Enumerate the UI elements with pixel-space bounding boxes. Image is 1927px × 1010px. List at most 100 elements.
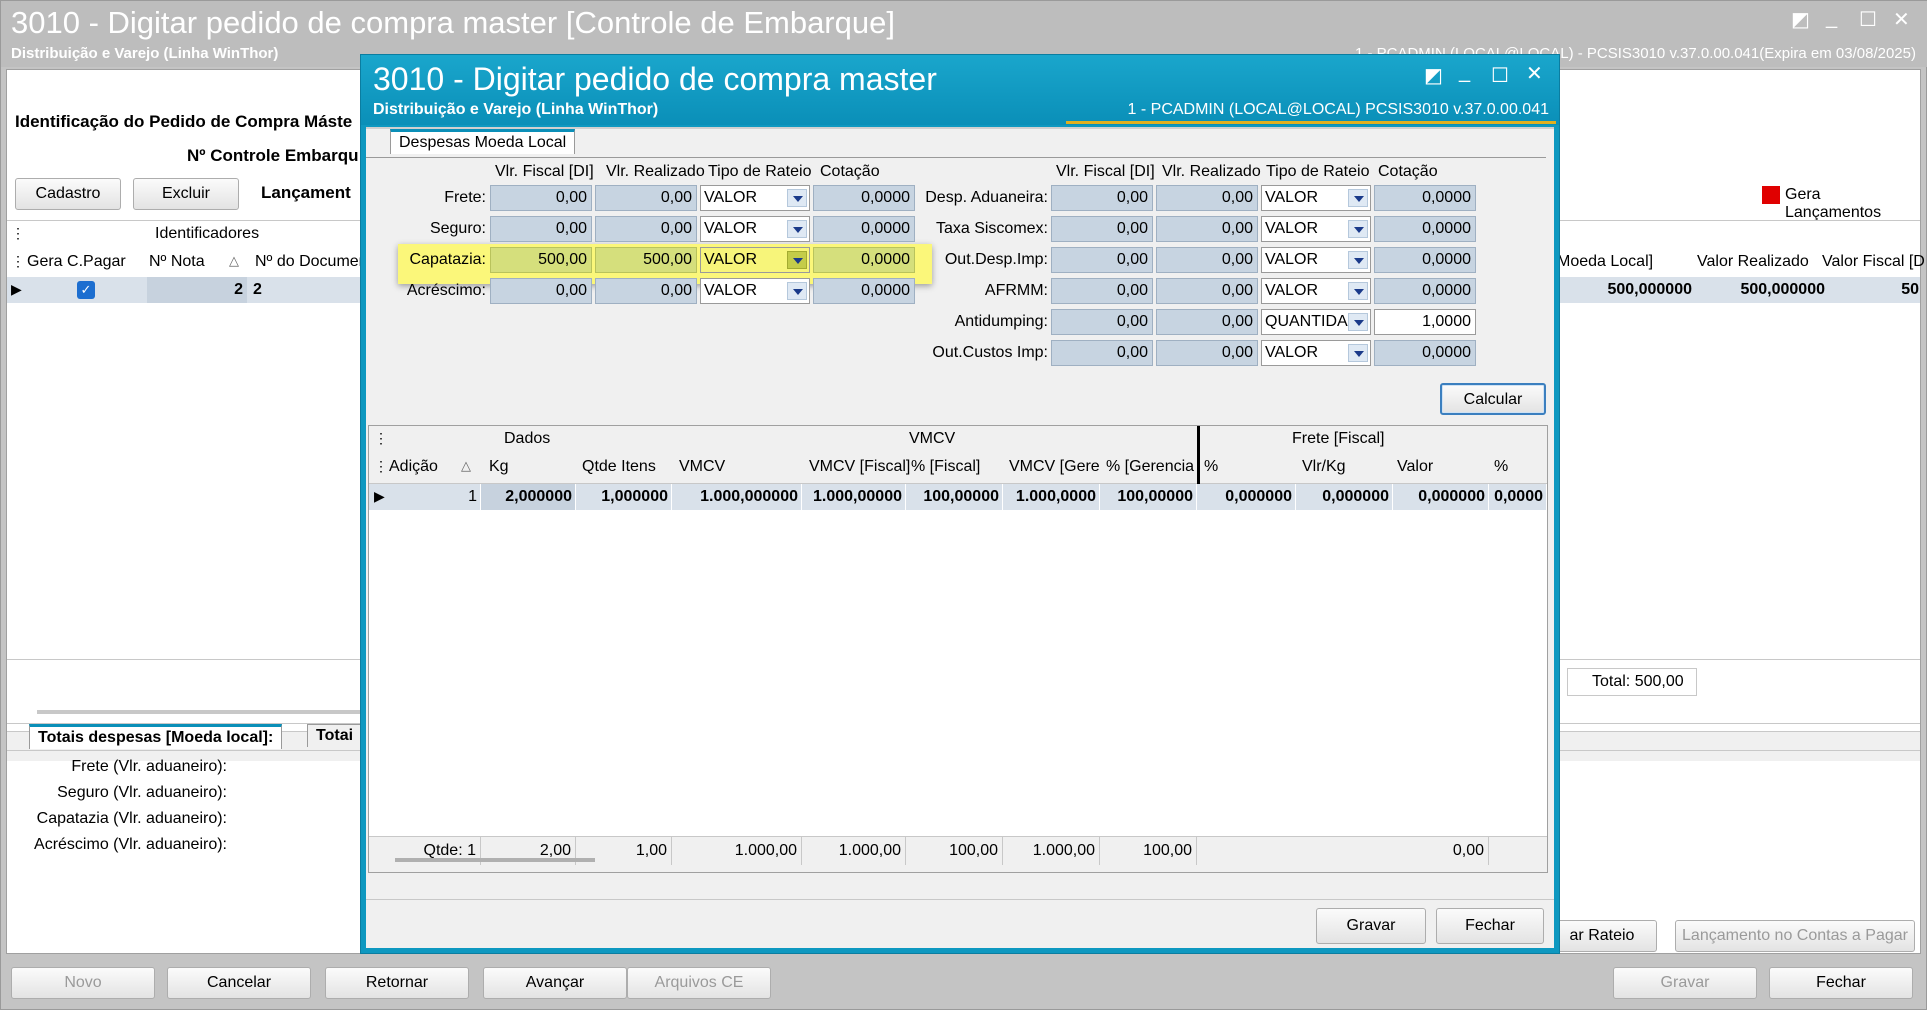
taxa-siscomex-cotacao-field[interactable]: 0,0000 [1374,216,1476,242]
col-frete-perc[interactable]: % [1204,458,1218,476]
fechar-button[interactable]: Fechar [1436,908,1544,944]
col-adicao[interactable]: Adição [389,458,438,476]
acrescimo-fiscal-field[interactable]: 0,00 [490,278,592,304]
capatazia-realizado-field[interactable]: 500,00 [595,247,697,273]
desp-aduaneira-cotacao-field[interactable]: 0,0000 [1374,185,1476,211]
out-custos-imp-fiscal-field[interactable]: 0,00 [1051,340,1153,366]
out-custos-imp-realizado-field[interactable]: 0,00 [1156,340,1258,366]
tab-despesas-moeda-local[interactable]: Despesas Moeda Local [390,129,576,154]
avancar-button[interactable]: Avançar [483,967,627,999]
chevron-down-icon[interactable] [1348,344,1368,362]
modal-restore-icon[interactable]: ◩ [1424,63,1443,88]
lancamento-contas-pagar-button[interactable]: Lançamento no Contas a Pagar [1675,920,1915,952]
afrmm-cotacao-field[interactable]: 0,0000 [1374,278,1476,304]
close-icon[interactable]: ✕ [1893,7,1910,32]
restore-icon[interactable]: ◩ [1791,7,1810,32]
out-desp-imp-realizado-field[interactable]: 0,00 [1156,247,1258,273]
chevron-down-icon[interactable] [787,189,807,207]
cancelar-button[interactable]: Cancelar [167,967,311,999]
col-perc-fiscal[interactable]: % [Fiscal] [911,458,980,476]
calcular-button[interactable]: Calcular [1440,383,1546,415]
col-kg[interactable]: Kg [489,458,509,476]
cadastro-button[interactable]: Cadastro [15,178,121,210]
col-vmcv-fiscal[interactable]: VMCV [Fiscal] [809,458,910,476]
tab-totais[interactable]: Totai [307,724,363,747]
out-desp-imp-rateio-select[interactable]: VALOR [1261,247,1371,273]
seguro-realizado-field[interactable]: 0,00 [595,216,697,242]
col-vmcv-gerencial[interactable]: VMCV [Gerer [1009,458,1099,476]
capatazia-fiscal-field[interactable]: 500,00 [490,247,592,273]
col-frete-valor[interactable]: Valor [1397,458,1433,476]
out-desp-imp-fiscal-field[interactable]: 0,00 [1051,247,1153,273]
col-vmcv[interactable]: VMCV [679,458,725,476]
afrmm-rateio-select[interactable]: VALOR [1261,278,1371,304]
col-frete-vlrkg[interactable]: Vlr/Kg [1302,458,1346,476]
tab-totais-moeda-local[interactable]: Totais despesas [Moeda local]: [29,724,283,749]
seguro-cotacao-field[interactable]: 0,0000 [813,216,915,242]
out-custos-imp-cotacao-field[interactable]: 0,0000 [1374,340,1476,366]
col-documento[interactable]: Nº do Documen [255,253,368,271]
desp-aduaneira-realizado-field[interactable]: 0,00 [1156,185,1258,211]
antidumping-cotacao-field[interactable]: 1,0000 [1374,309,1476,335]
rateio-button[interactable]: ar Rateio [1547,920,1657,952]
retornar-button[interactable]: Retornar [325,967,469,999]
modal-close-icon[interactable]: ✕ [1526,61,1543,86]
excluir-button[interactable]: Excluir [133,178,239,210]
afrmm-realizado-field[interactable]: 0,00 [1156,278,1258,304]
capatazia-rateio-select[interactable]: VALOR [700,247,810,273]
chevron-down-icon[interactable] [1348,282,1368,300]
horizontal-scrollbar[interactable] [37,710,377,714]
seguro-rateio-select[interactable]: VALOR [700,216,810,242]
taxa-siscomex-fiscal-field[interactable]: 0,00 [1051,216,1153,242]
modal-minimize-icon[interactable]: _ [1459,61,1470,84]
frete-rateio-select[interactable]: VALOR [700,185,810,211]
out-custos-imp-rateio-select[interactable]: VALOR [1261,340,1371,366]
taxa-siscomex-realizado-field[interactable]: 0,00 [1156,216,1258,242]
chevron-down-icon[interactable] [787,282,807,300]
gravar-button[interactable]: Gravar [1316,908,1426,944]
minimize-icon[interactable]: _ [1826,7,1837,30]
arquivos-ce-button[interactable]: Arquivos CE [627,967,771,999]
capatazia-cotacao-field[interactable]: 0,0000 [813,247,915,273]
frete-cotacao-field[interactable]: 0,0000 [813,185,915,211]
acrescimo-cotacao-field[interactable]: 0,0000 [813,278,915,304]
col-moeda-local[interactable]: Moeda Local] [1557,253,1653,271]
grid-menu-icon[interactable]: ⋮ [11,225,25,242]
chevron-down-icon[interactable] [787,251,807,269]
novo-button[interactable]: Novo [11,967,155,999]
col-perc-gerencial[interactable]: % [Gerencia [1106,458,1194,476]
outer-gravar-button[interactable]: Gravar [1613,967,1757,999]
col-valor-fiscal[interactable]: Valor Fiscal [D [1822,253,1925,271]
outer-fechar-button[interactable]: Fechar [1769,967,1913,999]
gera-cpagar-checkbox[interactable]: ✓ [77,281,95,299]
seguro-fiscal-field[interactable]: 0,00 [490,216,592,242]
col-valor-realizado[interactable]: Valor Realizado [1697,253,1809,271]
out-desp-imp-cotacao-field[interactable]: 0,0000 [1374,247,1476,273]
col-gera-cpagar[interactable]: Gera C.Pagar [27,253,126,271]
chevron-down-icon[interactable] [1348,189,1368,207]
acrescimo-realizado-field[interactable]: 0,00 [595,278,697,304]
horizontal-scrollbar[interactable] [395,858,595,862]
maximize-icon[interactable]: ☐ [1859,7,1877,32]
desp-aduaneira-rateio-select[interactable]: VALOR [1261,185,1371,211]
grid-menu-icon[interactable]: ⋮ [374,430,388,447]
desp-aduaneira-fiscal-field[interactable]: 0,00 [1051,185,1153,211]
table-row[interactable]: ▶ 1 2,000000 1,000000 1.000,000000 1.000… [369,484,1547,510]
antidumping-realizado-field[interactable]: 0,00 [1156,309,1258,335]
frete-fiscal-field[interactable]: 0,00 [490,185,592,211]
grid-menu-icon-2[interactable]: ⋮ [11,253,25,270]
chevron-down-icon[interactable] [1348,220,1368,238]
chevron-down-icon[interactable] [1348,251,1368,269]
modal-maximize-icon[interactable]: ☐ [1491,63,1509,88]
col-frete-perc-2[interactable]: % [1494,458,1508,476]
grid-menu-icon-2[interactable]: ⋮ [374,458,388,475]
antidumping-fiscal-field[interactable]: 0,00 [1051,309,1153,335]
col-qtde-itens[interactable]: Qtde Itens [582,458,656,476]
chevron-down-icon[interactable] [787,220,807,238]
col-nota[interactable]: Nº Nota [149,253,205,271]
chevron-down-icon[interactable] [1348,313,1368,331]
antidumping-rateio-select[interactable]: QUANTIDA [1261,309,1371,335]
afrmm-fiscal-field[interactable]: 0,00 [1051,278,1153,304]
frete-realizado-field[interactable]: 0,00 [595,185,697,211]
acrescimo-rateio-select[interactable]: VALOR [700,278,810,304]
